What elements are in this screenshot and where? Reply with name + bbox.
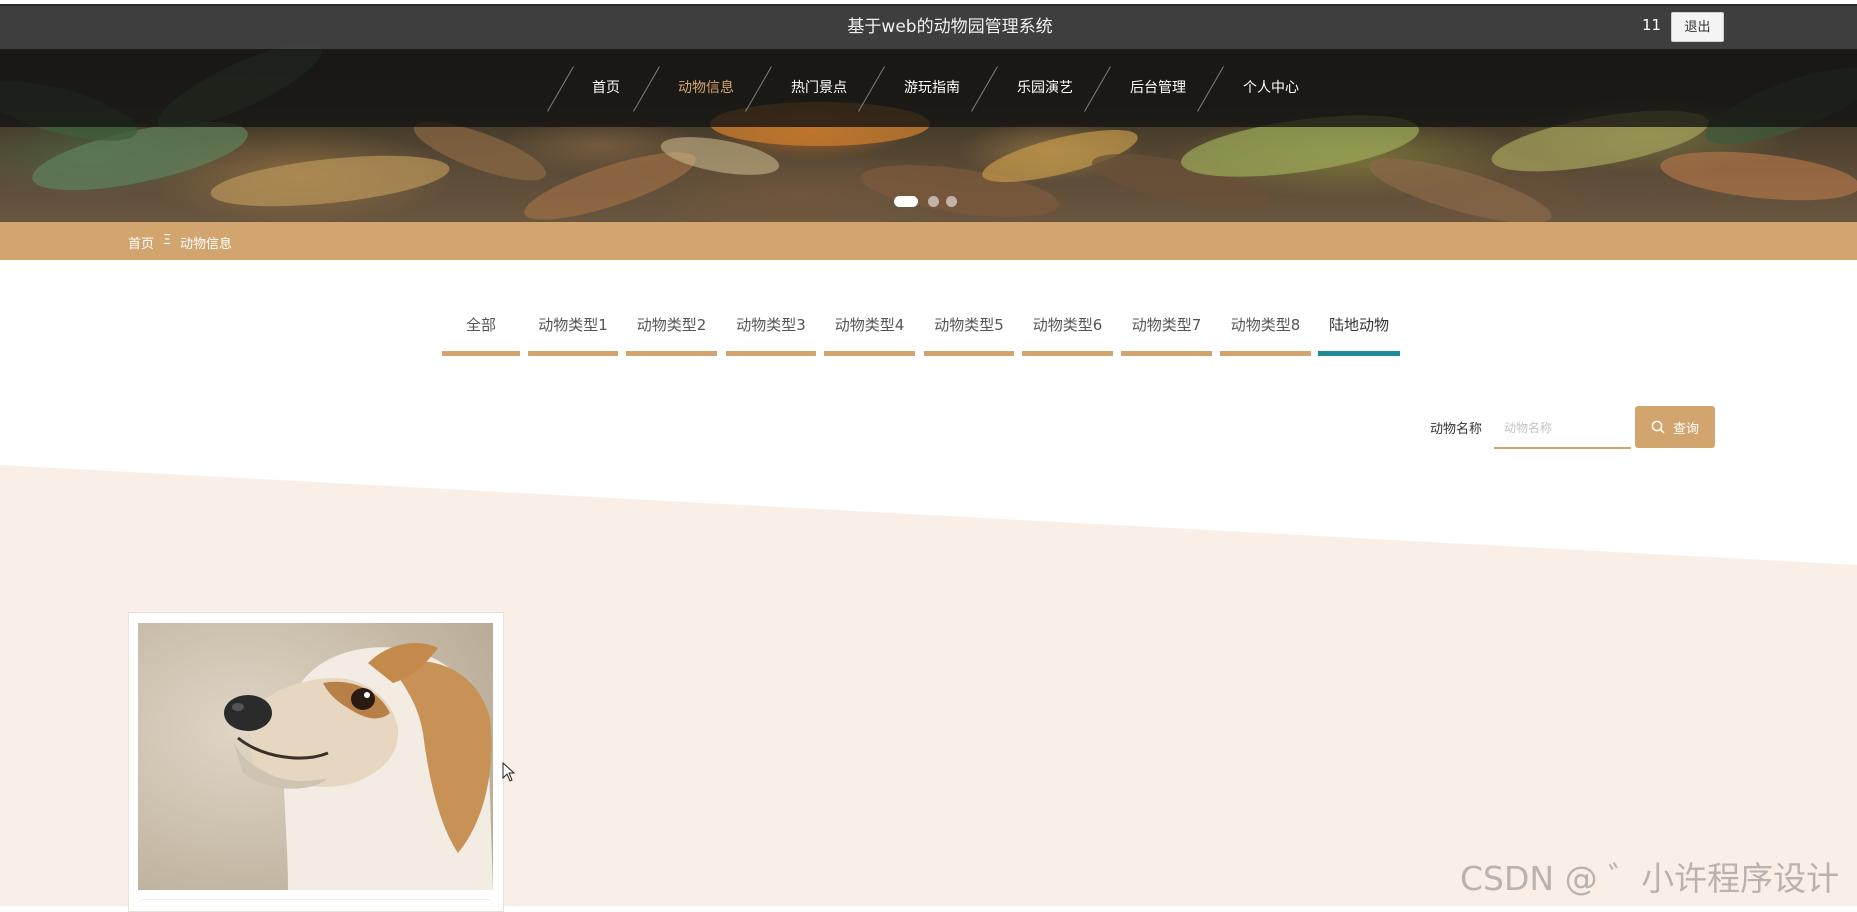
tab-type-7[interactable]: 动物类型7 [1121,300,1212,356]
tab-type-4[interactable]: 动物类型4 [824,300,915,356]
tab-type-6[interactable]: 动物类型6 [1022,300,1113,356]
animal-card[interactable] [128,612,504,912]
carousel-dot-3[interactable] [946,196,957,207]
nav-item-hot-spots[interactable]: 热门景点 [791,49,847,127]
tab-type-5[interactable]: 动物类型5 [924,300,1014,356]
nav-item-animal-info[interactable]: 动物信息 [678,49,734,127]
nav-item-admin[interactable]: 后台管理 [1130,49,1186,127]
tab-type-3[interactable]: 动物类型3 [726,300,816,356]
tab-all[interactable]: 全部 [442,300,520,356]
dog-image [138,623,493,890]
nav-item-shows[interactable]: 乐园演艺 [1017,49,1073,127]
site-title: 基于web的动物园管理系统 [847,17,1053,37]
search-button[interactable]: 查询 [1635,406,1715,448]
breadcrumb-home-link[interactable]: 首页 [128,233,154,252]
username-label[interactable]: 11 [1642,16,1661,34]
mouse-cursor-icon [502,762,516,782]
search-icon [1651,420,1665,434]
carousel-dot-2[interactable] [928,196,939,207]
tab-type-8[interactable]: 动物类型8 [1220,300,1311,356]
search-label: 动物名称 [1430,422,1483,437]
tab-land-animals[interactable]: 陆地动物 [1318,300,1400,356]
breadcrumb-current: 动物信息 [180,237,233,252]
breadcrumb [0,222,1857,260]
watermark-text: CSDN @ ゛小许程序设计 [1460,859,1840,898]
dog-photo[interactable] [138,623,493,890]
nav-item-home[interactable]: 首页 [592,49,620,127]
nav-item-guide[interactable]: 游玩指南 [904,49,960,127]
logout-button[interactable]: 退出 [1671,12,1724,42]
nav-item-profile[interactable]: 个人中心 [1243,49,1299,127]
tab-type-2[interactable]: 动物类型2 [626,300,717,356]
breadcrumb-separator: Ξ [163,233,172,248]
search-input[interactable] [1494,409,1631,449]
search-button-label: 查询 [1672,421,1699,437]
carousel-dot-1[interactable] [894,196,918,207]
tab-type-1[interactable]: 动物类型1 [528,300,618,356]
